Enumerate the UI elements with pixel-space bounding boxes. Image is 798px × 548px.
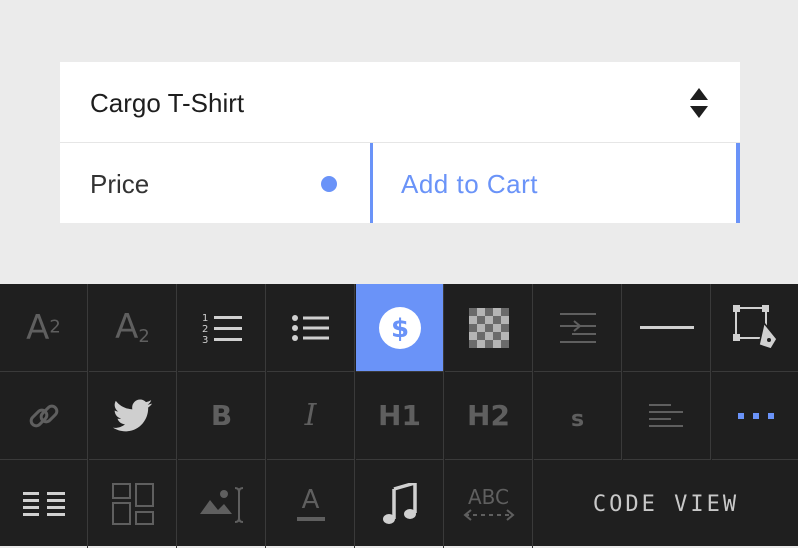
price-row: Price Add to Cart xyxy=(60,143,740,223)
audio-button[interactable] xyxy=(356,460,444,548)
add-to-cart-button[interactable]: Add to Cart xyxy=(370,143,740,223)
product-name: Cargo T-Shirt xyxy=(90,88,245,118)
twitter-icon xyxy=(112,399,152,431)
align-left-button[interactable] xyxy=(623,372,711,460)
link-button[interactable] xyxy=(0,372,88,460)
italic-button[interactable]: I xyxy=(267,372,355,460)
ordered-list-icon: 1 2 3 xyxy=(202,313,242,345)
editor-toolbar: A2 A2 1 2 3 $ B I H1 H2 s A ABC CODE VIE… xyxy=(0,284,798,548)
code-view-label: CODE VIEW xyxy=(592,491,740,517)
add-to-cart-label: Add to Cart xyxy=(401,169,539,199)
svg-text:3: 3 xyxy=(202,335,208,345)
product-select[interactable]: Cargo T-Shirt xyxy=(60,62,740,143)
list-view-button[interactable] xyxy=(0,460,88,548)
ordered-list-button[interactable]: 1 2 3 xyxy=(178,284,266,372)
twitter-button[interactable] xyxy=(89,372,177,460)
price-status-dot xyxy=(321,176,337,192)
heading1-button[interactable]: H1 xyxy=(356,372,444,460)
bold-icon: B xyxy=(210,399,233,432)
indent-icon xyxy=(559,312,596,343)
image-caption-button[interactable] xyxy=(178,460,266,548)
horizontal-rule-button[interactable] xyxy=(623,284,711,372)
superscript-icon: A2 xyxy=(26,307,61,348)
italic-icon: I xyxy=(304,398,317,433)
bulleted-list-icon xyxy=(291,314,329,341)
heading2-icon: H2 xyxy=(467,399,510,432)
pen-tool-icon xyxy=(733,304,778,350)
code-view-button[interactable]: CODE VIEW xyxy=(534,460,798,548)
text-color-button[interactable]: A xyxy=(267,460,355,548)
svg-text:2: 2 xyxy=(202,324,208,335)
dollar-icon: $ xyxy=(378,306,421,349)
pen-tool-button[interactable] xyxy=(712,284,798,372)
bold-button[interactable]: B xyxy=(178,372,266,460)
subscript-button[interactable]: A2 xyxy=(89,284,177,372)
subscript-icon: A2 xyxy=(115,307,150,348)
more-icon xyxy=(738,412,774,419)
grid-layout-icon xyxy=(111,483,154,525)
toolbar-row-3: A ABC CODE VIEW xyxy=(0,460,798,548)
spellcheck-icon: ABC xyxy=(462,486,515,522)
link-icon xyxy=(29,404,58,427)
indent-button[interactable] xyxy=(534,284,622,372)
toolbar-row-2: B I H1 H2 s xyxy=(0,372,798,460)
svg-text:1: 1 xyxy=(202,313,208,324)
music-note-icon xyxy=(382,483,417,524)
text-color-icon: A xyxy=(296,487,325,521)
price-cell[interactable]: Price xyxy=(60,143,370,223)
align-left-icon xyxy=(648,403,683,427)
transparency-button[interactable] xyxy=(445,284,533,372)
list-view-icon xyxy=(22,492,65,516)
heading1-icon: H1 xyxy=(378,399,421,432)
more-button[interactable] xyxy=(712,372,798,460)
svg-text:$: $ xyxy=(390,314,408,344)
bulleted-list-button[interactable] xyxy=(267,284,355,372)
grid-layout-button[interactable] xyxy=(89,460,177,548)
toolbar-row-1: A2 A2 1 2 3 $ xyxy=(0,284,798,372)
horizontal-rule-icon xyxy=(639,325,694,329)
image-caption-icon xyxy=(199,487,243,523)
superscript-button[interactable]: A2 xyxy=(0,284,88,372)
checkerboard-icon xyxy=(468,307,509,348)
heading2-button[interactable]: H2 xyxy=(445,372,533,460)
price-label: Price xyxy=(90,169,150,199)
sort-stepper-icon[interactable] xyxy=(688,86,710,120)
small-text-icon: s xyxy=(570,407,585,432)
small-text-button[interactable]: s xyxy=(534,372,622,460)
currency-button[interactable]: $ xyxy=(356,284,444,372)
product-card: Cargo T-Shirt Price Add to Cart xyxy=(60,62,740,223)
spellcheck-button[interactable]: ABC xyxy=(445,460,533,548)
